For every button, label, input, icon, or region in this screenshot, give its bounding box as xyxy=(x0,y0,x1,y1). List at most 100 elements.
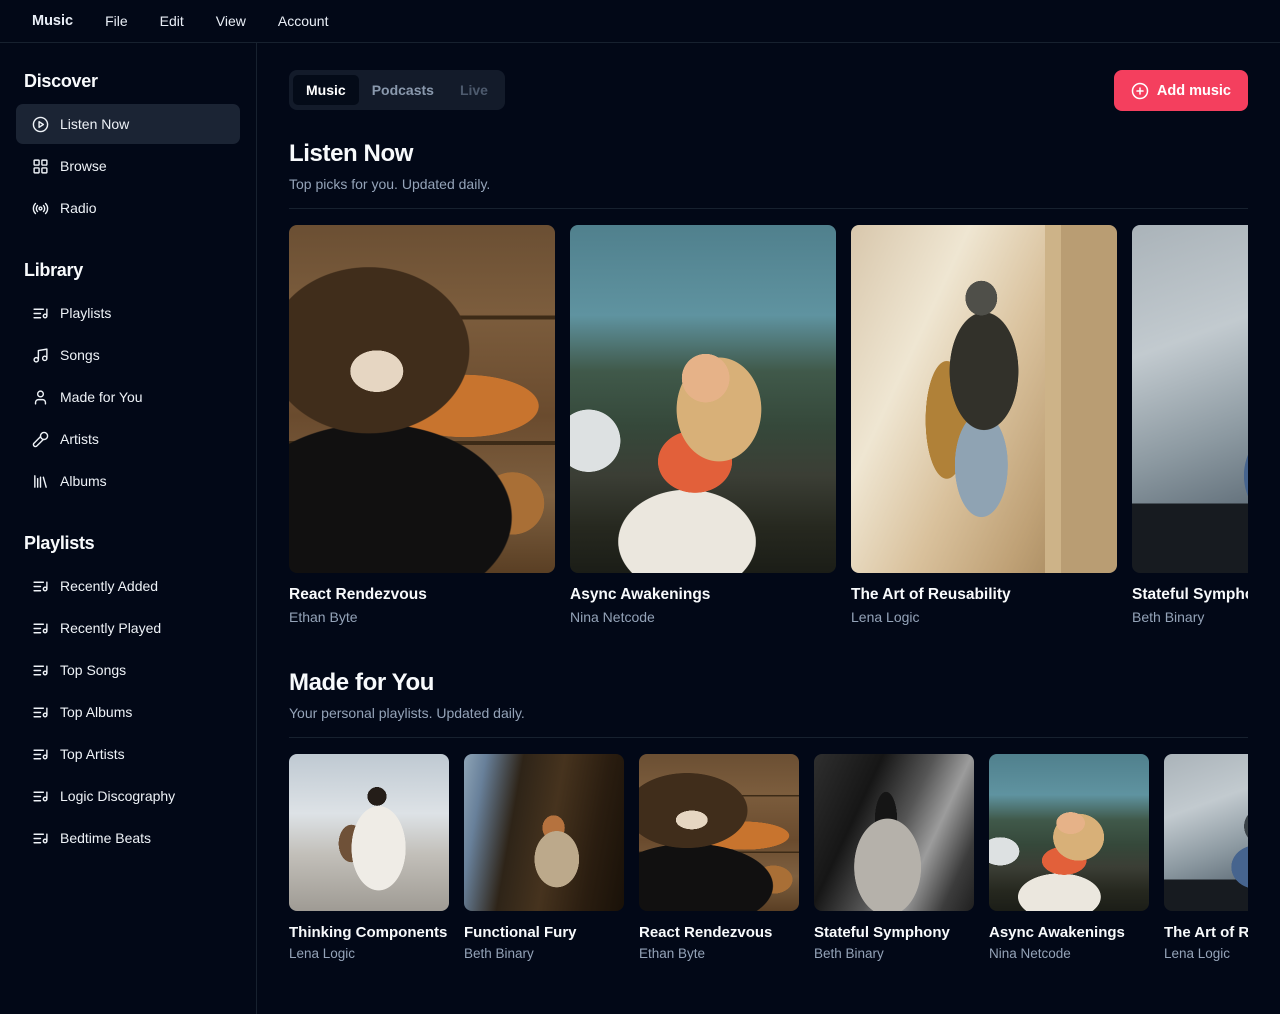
sidebar-section-library: LibraryPlaylistsSongsMade for YouArtists… xyxy=(16,260,240,501)
album-title: Stateful Symphony xyxy=(814,924,974,941)
grid-icon xyxy=(32,158,49,175)
made-for-you-title: Made for You xyxy=(289,669,1248,697)
album-cover[interactable] xyxy=(1132,225,1248,573)
mic-icon xyxy=(32,431,49,448)
sidebar-item-bedtime-beats[interactable]: Bedtime Beats xyxy=(16,818,240,858)
listen-now-subtitle: Top picks for you. Updated daily. xyxy=(289,176,1248,192)
add-music-label: Add music xyxy=(1157,83,1231,99)
content-tabs: MusicPodcastsLive xyxy=(289,70,505,110)
album-title: The Art of Reusability xyxy=(1164,924,1248,941)
user-icon xyxy=(32,389,49,406)
album-cover[interactable] xyxy=(289,225,555,573)
menu-item-music[interactable]: Music xyxy=(16,7,89,35)
album-cover[interactable] xyxy=(289,754,449,911)
menu-bar: MusicFileEditViewAccount xyxy=(0,0,1280,43)
tab-podcasts[interactable]: Podcasts xyxy=(359,75,447,105)
sidebar-item-label: Playlists xyxy=(60,305,111,321)
sidebar-item-recently-added[interactable]: Recently Added xyxy=(16,566,240,606)
album-card-react-rendezvous[interactable]: React Rendezvous Ethan Byte xyxy=(289,225,555,625)
album-cover[interactable] xyxy=(464,754,624,911)
made-for-you-row: Thinking Components Lena Logic Functional … xyxy=(289,754,1248,961)
main-content: MusicPodcastsLive Add music Listen Now T… xyxy=(257,43,1280,1014)
sidebar-item-recently-played[interactable]: Recently Played xyxy=(16,608,240,648)
add-music-button[interactable]: Add music xyxy=(1114,70,1248,111)
sidebar-item-browse[interactable]: Browse xyxy=(16,146,240,186)
app-shell: DiscoverListen NowBrowseRadioLibraryPlay… xyxy=(0,43,1280,1014)
sidebar-section-title: Discover xyxy=(16,71,240,92)
album-title: Async Awakenings xyxy=(570,586,836,604)
music-note-icon xyxy=(32,347,49,364)
album-card-stateful-symphony[interactable]: Stateful SymphonyBeth Binary xyxy=(1132,225,1248,625)
listen-now-title: Listen Now xyxy=(289,140,1248,168)
menu-item-view[interactable]: View xyxy=(200,7,262,35)
sidebar-item-albums[interactable]: Albums xyxy=(16,461,240,501)
sidebar-item-label: Radio xyxy=(60,200,97,216)
sidebar-item-label: Logic Discography xyxy=(60,788,175,804)
list-music-icon xyxy=(32,704,49,721)
menu-item-edit[interactable]: Edit xyxy=(144,7,200,35)
list-music-icon xyxy=(32,746,49,763)
album-title: Thinking Components xyxy=(289,924,449,941)
sidebar-item-label: Top Artists xyxy=(60,746,125,762)
album-artist: Nina Netcode xyxy=(989,946,1149,961)
list-music-icon xyxy=(32,788,49,805)
album-cover[interactable] xyxy=(1164,754,1248,911)
album-cover[interactable] xyxy=(814,754,974,911)
album-artist: Beth Binary xyxy=(464,946,624,961)
album-title: Functional Fury xyxy=(464,924,624,941)
list-music-icon xyxy=(32,662,49,679)
album-card-functional-fury[interactable]: Functional Fury Beth Binary xyxy=(464,754,624,961)
sidebar-item-label: Made for You xyxy=(60,389,143,405)
radio-icon xyxy=(32,200,49,217)
album-cover[interactable] xyxy=(851,225,1117,573)
sidebar: DiscoverListen NowBrowseRadioLibraryPlay… xyxy=(0,43,257,1014)
sidebar-item-artists[interactable]: Artists xyxy=(16,419,240,459)
sidebar-item-top-songs[interactable]: Top Songs xyxy=(16,650,240,690)
sidebar-item-top-artists[interactable]: Top Artists xyxy=(16,734,240,774)
sidebar-item-label: Albums xyxy=(60,473,107,489)
album-card-thinking-components[interactable]: Thinking Components Lena Logic xyxy=(289,754,449,961)
album-card-the-art-of-reusability[interactable]: The Art of Reusability Lena Logic xyxy=(1164,754,1248,961)
list-music-icon xyxy=(32,830,49,847)
listen-now-section: Listen Now Top picks for you. Updated da… xyxy=(289,140,1248,625)
sidebar-item-playlists[interactable]: Playlists xyxy=(16,293,240,333)
plus-circle-icon xyxy=(1131,82,1149,100)
menu-item-account[interactable]: Account xyxy=(262,7,345,35)
album-artist: Lena Logic xyxy=(289,946,449,961)
separator xyxy=(289,208,1248,209)
listen-now-row: React Rendezvous Ethan Byte Async Awakenin… xyxy=(289,225,1248,625)
sidebar-item-songs[interactable]: Songs xyxy=(16,335,240,375)
sidebar-item-label: Top Songs xyxy=(60,662,126,678)
album-card-the-art-of-reusability[interactable]: The Art of Reusability Lena Logic xyxy=(851,225,1117,625)
album-artist: Lena Logic xyxy=(1164,946,1248,961)
album-cover[interactable] xyxy=(570,225,836,573)
sidebar-item-listen-now[interactable]: Listen Now xyxy=(16,104,240,144)
album-title: React Rendezvous xyxy=(289,586,555,604)
album-artist: Lena Logic xyxy=(851,609,1117,625)
album-card-react-rendezvous[interactable]: React RendezvousEthan Byte xyxy=(639,754,799,961)
album-artist: Nina Netcode xyxy=(570,609,836,625)
tab-music[interactable]: Music xyxy=(293,75,359,105)
sidebar-item-top-albums[interactable]: Top Albums xyxy=(16,692,240,732)
content-header: MusicPodcastsLive Add music xyxy=(289,70,1248,111)
album-cover[interactable] xyxy=(989,754,1149,911)
list-music-icon xyxy=(32,578,49,595)
album-card-stateful-symphony[interactable]: Stateful SymphonyBeth Binary xyxy=(814,754,974,961)
tab-live: Live xyxy=(447,75,501,105)
library-icon xyxy=(32,473,49,490)
sidebar-item-logic-discography[interactable]: Logic Discography xyxy=(16,776,240,816)
sidebar-item-label: Top Albums xyxy=(60,704,132,720)
made-for-you-section: Made for You Your personal playlists. Up… xyxy=(289,669,1248,961)
sidebar-item-label: Browse xyxy=(60,158,107,174)
album-artist: Beth Binary xyxy=(1132,609,1248,625)
album-title: Async Awakenings xyxy=(989,924,1149,941)
album-cover[interactable] xyxy=(639,754,799,911)
sidebar-item-made-for-you[interactable]: Made for You xyxy=(16,377,240,417)
menu-item-file[interactable]: File xyxy=(89,7,144,35)
sidebar-item-radio[interactable]: Radio xyxy=(16,188,240,228)
album-artist: Ethan Byte xyxy=(289,609,555,625)
album-card-async-awakenings[interactable]: Async Awakenings Nina Netcode xyxy=(570,225,836,625)
list-music-icon xyxy=(32,305,49,322)
album-title: The Art of Reusability xyxy=(851,586,1117,604)
album-card-async-awakenings[interactable]: Async Awakenings Nina Netcode xyxy=(989,754,1149,961)
